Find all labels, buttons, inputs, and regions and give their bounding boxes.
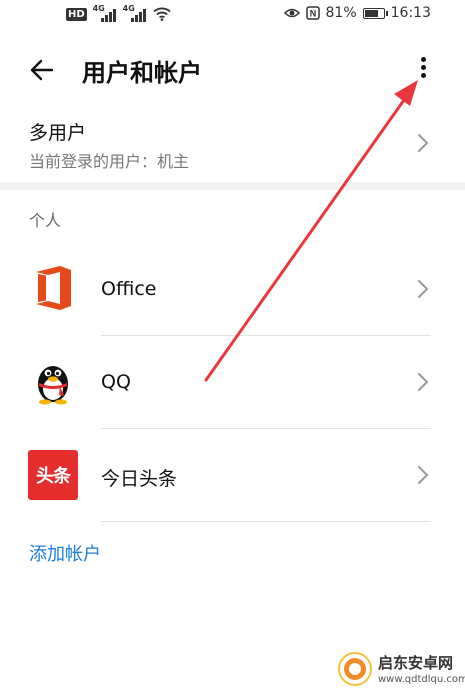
- status-left: HD 4G 4G: [66, 4, 171, 22]
- chevron-right-icon: [418, 373, 429, 391]
- row-divider: [101, 521, 431, 522]
- chevron-right-icon: [418, 280, 429, 298]
- account-item-toutiao[interactable]: 头条 今日头条: [0, 429, 465, 522]
- more-dots-icon: [421, 65, 426, 70]
- add-account-link[interactable]: 添加帐户: [29, 540, 101, 566]
- battery-fill: [364, 9, 379, 17]
- chevron-right-icon: [418, 134, 429, 152]
- signal-icon: 4G: [123, 4, 147, 22]
- hd-badge: HD: [66, 7, 87, 21]
- watermark-url: www.qdtdlqu.com: [378, 674, 465, 685]
- nfc-icon: N: [305, 6, 320, 20]
- nfc-label: N: [309, 9, 316, 19]
- status-bar: HD 4G 4G N 81% 16:13: [0, 0, 465, 30]
- toutiao-icon-text: 头条: [36, 466, 71, 487]
- chevron-right-icon: [418, 466, 429, 484]
- back-button[interactable]: [28, 54, 60, 86]
- toutiao-icon: 头条: [28, 450, 78, 500]
- status-right: N 81% 16:13: [283, 5, 431, 21]
- account-item-office[interactable]: Office: [0, 243, 465, 336]
- multi-user-item[interactable]: 多用户 当前登录的用户：机主: [0, 108, 465, 180]
- battery-percent: 81%: [325, 5, 357, 21]
- signal-icon: 4G: [93, 4, 117, 22]
- back-arrow-icon: [30, 59, 54, 81]
- wifi-icon: [153, 7, 171, 21]
- account-item-qq[interactable]: QQ: [0, 336, 465, 429]
- multi-user-subtitle: 当前登录的用户：机主: [29, 152, 190, 171]
- battery-icon: [362, 7, 388, 19]
- page-title: 用户和帐户: [82, 59, 202, 87]
- qq-penguin-icon: [38, 366, 68, 405]
- section-divider: [0, 182, 465, 190]
- more-options-button[interactable]: [410, 50, 438, 86]
- account-name: QQ: [101, 371, 131, 393]
- app-header: 用户和帐户: [0, 40, 465, 100]
- watermark-logo-icon: [338, 652, 372, 686]
- eye-icon: [283, 8, 300, 18]
- clock: 16:13: [390, 5, 431, 21]
- multi-user-title: 多用户: [29, 122, 87, 144]
- office-icon: [36, 266, 71, 310]
- account-name: 今日头条: [101, 468, 178, 490]
- more-dots-icon: [421, 57, 426, 62]
- personal-section-label: 个人: [29, 211, 62, 230]
- watermark: 启东安卓网 www.qdtdlqu.com: [330, 650, 465, 694]
- more-dots-icon: [421, 73, 426, 78]
- watermark-title: 启东安卓网: [378, 654, 454, 672]
- account-name: Office: [101, 278, 157, 300]
